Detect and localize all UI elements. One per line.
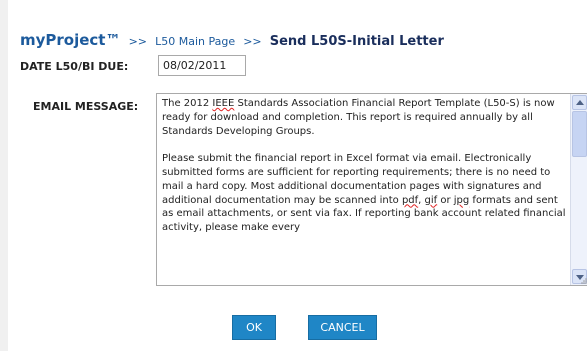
breadcrumb-separator: >>	[243, 35, 262, 48]
vertical-scrollbar[interactable]	[570, 94, 587, 285]
email-paragraph-2: Please submit the financial report in Ex…	[162, 153, 569, 234]
scroll-up-icon[interactable]	[572, 95, 587, 110]
brand-title: myProject™	[20, 31, 121, 49]
email-message-text[interactable]: The 2012 IEEE Standards Association Fina…	[157, 94, 571, 285]
resize-grip-icon[interactable]	[579, 276, 587, 284]
email-message-field[interactable]: The 2012 IEEE Standards Association Fina…	[156, 93, 587, 286]
page-title: Send L50S-Initial Letter	[269, 34, 444, 49]
send-letter-page: myProject™ >> L50 Main Page >> Send L50S…	[0, 0, 587, 351]
breadcrumb-separator: >>	[128, 35, 148, 48]
spellcheck-flag: gif	[424, 194, 438, 206]
spellcheck-flag: IEEE	[212, 98, 235, 109]
date-due-input[interactable]	[158, 55, 246, 76]
date-due-label: DATE L50/BI DUE:	[20, 60, 129, 73]
left-rail	[0, 0, 8, 351]
breadcrumb-link-l50-main[interactable]: L50 Main Page	[155, 35, 235, 48]
email-message-label: EMAIL MESSAGE:	[33, 100, 139, 113]
scroll-thumb[interactable]	[572, 111, 587, 157]
cancel-button[interactable]: CANCEL	[308, 315, 377, 340]
spellcheck-flag: jpg	[453, 194, 470, 206]
breadcrumb: myProject™ >> L50 Main Page >> Send L50S…	[20, 31, 444, 51]
ok-button[interactable]: OK	[232, 315, 276, 340]
spellcheck-flag: pdf	[401, 194, 419, 206]
email-paragraph-1: The 2012 IEEE Standards Association Fina…	[162, 98, 558, 137]
